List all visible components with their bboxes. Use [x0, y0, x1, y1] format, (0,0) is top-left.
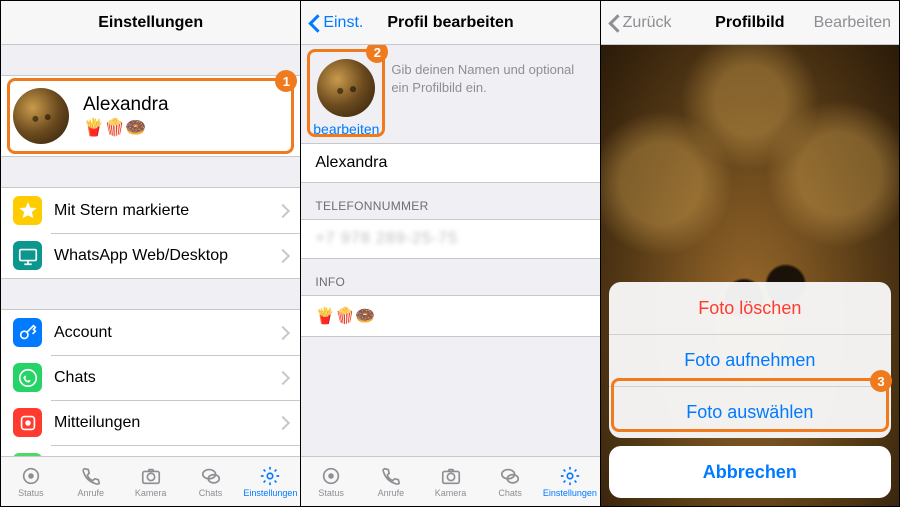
tab-label: Einstellungen: [543, 488, 597, 498]
tab-label: Chats: [498, 488, 522, 498]
chevron-left-icon: [309, 13, 321, 33]
tab-label: Kamera: [135, 488, 167, 498]
chevron-right-icon: [280, 416, 288, 429]
edit-profile-screen: Einst. Profil bearbeiten bearbeiten Gib …: [300, 1, 599, 506]
tab-label: Kamera: [435, 488, 467, 498]
page-title: Profilbild: [715, 14, 784, 32]
status-icon: [18, 465, 44, 487]
tab-label: Chats: [199, 488, 223, 498]
chats-icon: [497, 465, 523, 487]
chevron-left-icon: [609, 13, 621, 33]
section-header-phone: TELEFONNUMMER: [301, 183, 599, 219]
whatsapp-icon: [13, 363, 42, 392]
back-label: Zurück: [623, 14, 672, 32]
cell-label: Mitteilungen: [54, 414, 280, 432]
edit-label: Bearbeiten: [814, 14, 891, 32]
edit-profile-content: bearbeiten Gib deinen Namen und optional…: [301, 45, 599, 456]
settings-screen: Einstellungen Alexandra 🍟🍿🍩 1: [1, 1, 300, 506]
edit-photo-link[interactable]: bearbeiten: [313, 121, 379, 137]
starred-messages-row[interactable]: Mit Stern markierte: [1, 188, 300, 233]
phone-icon: [78, 465, 104, 487]
whatsapp-web-row[interactable]: WhatsApp Web/Desktop: [1, 233, 300, 278]
name-value: Alexandra: [315, 154, 387, 171]
gear-icon: [257, 465, 283, 487]
tab-chats[interactable]: Chats: [181, 465, 241, 498]
tab-chats[interactable]: Chats: [480, 465, 540, 498]
tab-label: Anrufe: [378, 488, 405, 498]
chevron-right-icon: [280, 371, 288, 384]
hint-text: Gib deinen Namen und optional ein Profil…: [391, 59, 585, 137]
tab-settings[interactable]: Einstellungen: [540, 465, 600, 498]
section-header-info: INFO: [301, 259, 599, 295]
phone-value: +7 978 289-25-75: [315, 230, 458, 247]
chats-icon: [198, 465, 224, 487]
choose-photo-button[interactable]: Foto auswählen: [609, 386, 891, 438]
settings-content: Alexandra 🍟🍿🍩 1 Mit Stern markierte: [1, 45, 300, 456]
tab-bar: Status Anrufe Kamera Chats Einstellungen: [1, 456, 300, 506]
phone-row: +7 978 289-25-75: [301, 219, 599, 259]
avatar: [13, 88, 69, 144]
tab-label: Status: [318, 488, 344, 498]
star-icon: [13, 196, 42, 225]
key-icon: [13, 318, 42, 347]
chats-settings-row[interactable]: Chats: [1, 355, 300, 400]
camera-icon: [138, 465, 164, 487]
navbar: Einstellungen: [1, 1, 300, 45]
chevron-right-icon: [280, 249, 288, 262]
tab-label: Status: [18, 488, 44, 498]
bell-icon: [13, 408, 42, 437]
profile-name: Alexandra: [83, 94, 169, 116]
page-title: Einstellungen: [98, 14, 203, 32]
chevron-right-icon: [280, 326, 288, 339]
tab-status[interactable]: Status: [1, 465, 61, 498]
info-row[interactable]: 🍟🍿🍩: [301, 295, 599, 337]
page-title: Profil bearbeiten: [387, 14, 513, 32]
data-usage-row[interactable]: Daten- und Speichernutzung: [1, 445, 300, 456]
tab-settings[interactable]: Einstellungen: [240, 465, 300, 498]
name-field[interactable]: Alexandra: [301, 143, 599, 183]
cancel-button[interactable]: Abbrechen: [609, 446, 891, 498]
tab-label: Einstellungen: [243, 488, 297, 498]
phone-icon: [378, 465, 404, 487]
tab-label: Anrufe: [78, 488, 105, 498]
profile-photo-screen: Zurück Profilbild Bearbeiten Foto lösche…: [600, 1, 899, 506]
chevron-right-icon: [280, 204, 288, 217]
cell-label: Mit Stern markierte: [54, 202, 280, 220]
action-sheet: Foto löschen Foto aufnehmen Foto auswähl…: [609, 282, 891, 498]
cell-label: Chats: [54, 369, 280, 387]
back-button[interactable]: Zurück: [601, 1, 680, 45]
navbar: Einst. Profil bearbeiten: [301, 1, 599, 45]
arrows-icon: [13, 453, 42, 456]
back-button[interactable]: Einst.: [301, 1, 371, 45]
take-photo-button[interactable]: Foto aufnehmen: [609, 334, 891, 386]
tab-bar: Status Anrufe Kamera Chats Einstellungen: [301, 456, 599, 506]
desktop-icon: [13, 241, 42, 270]
cell-label: Account: [54, 324, 280, 342]
camera-icon: [438, 465, 464, 487]
status-icon: [318, 465, 344, 487]
delete-photo-button[interactable]: Foto löschen: [609, 282, 891, 334]
tab-calls[interactable]: Anrufe: [361, 465, 421, 498]
navbar: Zurück Profilbild Bearbeiten: [601, 1, 899, 45]
tab-camera[interactable]: Kamera: [421, 465, 481, 498]
tab-calls[interactable]: Anrufe: [61, 465, 121, 498]
info-value: 🍟🍿🍩: [315, 306, 585, 326]
tab-status[interactable]: Status: [301, 465, 361, 498]
profile-status: 🍟🍿🍩: [83, 118, 169, 138]
profile-row[interactable]: Alexandra 🍟🍿🍩: [1, 76, 300, 156]
account-row[interactable]: Account: [1, 310, 300, 355]
notifications-row[interactable]: Mitteilungen: [1, 400, 300, 445]
edit-button[interactable]: Bearbeiten: [806, 1, 899, 45]
back-label: Einst.: [323, 14, 363, 32]
avatar[interactable]: [317, 59, 375, 117]
gear-icon: [557, 465, 583, 487]
tab-camera[interactable]: Kamera: [121, 465, 181, 498]
cell-label: WhatsApp Web/Desktop: [54, 247, 280, 265]
